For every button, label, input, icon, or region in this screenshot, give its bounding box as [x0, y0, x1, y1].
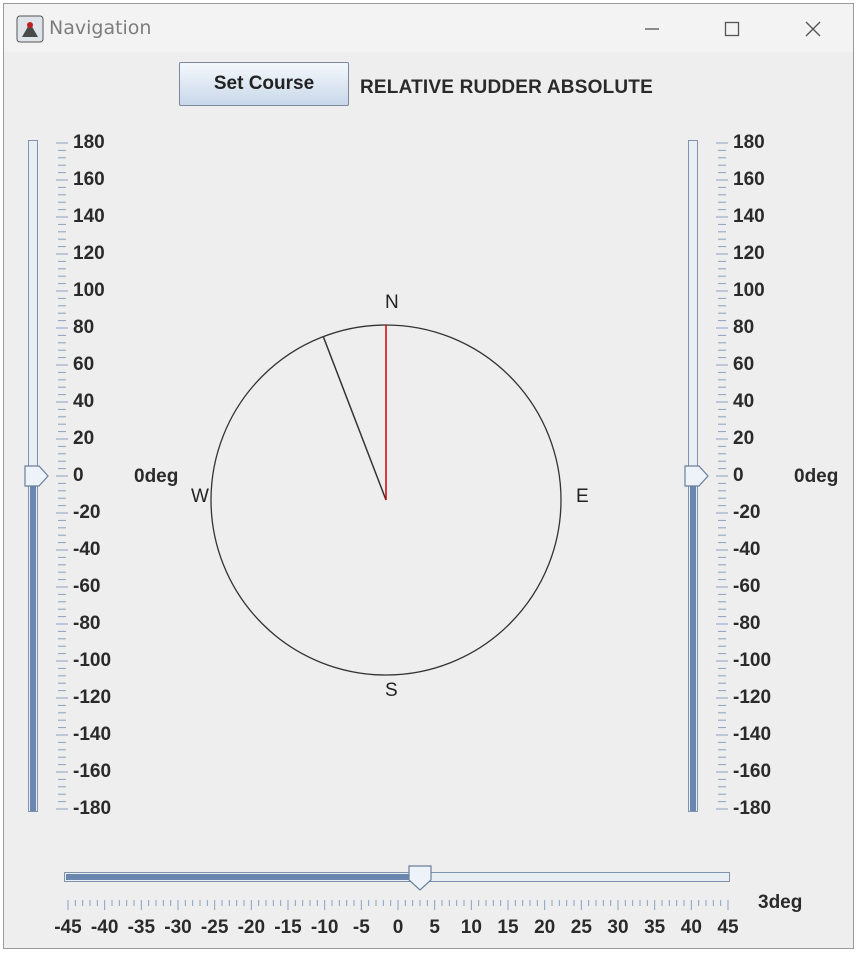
tick-label: -180 — [73, 798, 112, 819]
north-label: N — [385, 292, 399, 313]
tick-label: 40 — [733, 391, 755, 412]
tick-label: 180 — [733, 132, 765, 153]
left-slider-readout: 0deg — [134, 466, 179, 487]
rudder-tick-label: 30 — [607, 917, 629, 938]
mode-label: RELATIVE RUDDER ABSOLUTE — [360, 77, 653, 98]
tick-label: -160 — [73, 761, 112, 782]
tick-label: -100 — [73, 650, 112, 671]
tick-label: -140 — [733, 724, 772, 745]
tick-label: 120 — [73, 243, 105, 264]
tick-label: -180 — [733, 798, 772, 819]
rudder-tick-label: 10 — [460, 917, 482, 938]
tick-label: 80 — [733, 317, 755, 338]
tick-label: -20 — [733, 502, 761, 523]
maximize-icon — [724, 21, 740, 37]
tick-label: 0 — [733, 465, 744, 486]
tick-label: 140 — [73, 206, 105, 227]
tick-label: 180 — [73, 132, 105, 153]
left-heading-slider[interactable]: 180 160 140 120 100 80 60 40 20 0 -20 -40 -60 -80 -100… — [24, 132, 111, 820]
rudder-tick-label: 0 — [392, 917, 404, 938]
tick-label: -20 — [73, 502, 101, 523]
tick-label: -160 — [733, 761, 772, 782]
tick-label: 160 — [733, 169, 765, 190]
rudder-thumb[interactable] — [407, 864, 435, 894]
tick-label: 40 — [73, 391, 95, 412]
tick-label: -80 — [733, 613, 761, 634]
close-button[interactable] — [798, 14, 828, 44]
heading-line — [322, 336, 387, 501]
slider-thumb[interactable] — [23, 464, 51, 492]
rudder-tick-label: 35 — [644, 917, 666, 938]
tick-label: 60 — [733, 354, 755, 375]
tick-label: -100 — [733, 650, 772, 671]
rudder-tick-label: -15 — [274, 917, 302, 938]
rudder-tick-label: 5 — [429, 917, 440, 938]
tick-label: -40 — [73, 539, 101, 560]
tick-label: -60 — [733, 576, 761, 597]
tick-label: 60 — [73, 354, 95, 375]
rudder-tick-label: -30 — [164, 917, 192, 938]
rudder-tick-label: 40 — [680, 917, 702, 938]
compass: N S E W — [191, 284, 589, 704]
rudder-tick-label: -40 — [90, 917, 119, 938]
east-label: E — [576, 486, 589, 507]
set-course-button[interactable]: Set Course — [179, 62, 349, 106]
title-bar[interactable]: Navigation — [4, 4, 853, 52]
slider-thumb[interactable] — [683, 464, 711, 492]
tick-label: 100 — [73, 280, 105, 301]
tick-label: 160 — [73, 169, 105, 190]
rudder-tick-label: 45 — [717, 917, 739, 938]
tick-label: 100 — [733, 280, 765, 301]
rudder-tick-label: 15 — [497, 917, 519, 938]
rudder-tick-label: -25 — [200, 917, 229, 938]
right-slider-readout: 0deg — [794, 466, 839, 487]
rudder-tick-label: -35 — [127, 917, 156, 938]
tick-label: 0 — [73, 465, 84, 486]
rudder-tick-label: -5 — [352, 917, 370, 938]
maximize-button[interactable] — [717, 14, 747, 44]
java-app-icon — [16, 15, 44, 43]
minimize-icon — [645, 28, 659, 30]
minimize-button[interactable] — [637, 14, 667, 44]
tick-label: 120 — [733, 243, 765, 264]
tick-label: 20 — [73, 428, 95, 449]
rudder-slider[interactable]: -45 -40 -35 -30 -25 -20 -15 -10 -5 0 5 10 15 20 25 30 35… — [54, 862, 752, 942]
tick-label: -40 — [733, 539, 761, 560]
window-title: Navigation — [49, 17, 152, 39]
tick-label: 80 — [73, 317, 95, 338]
tick-label: -60 — [73, 576, 101, 597]
west-label: W — [191, 486, 209, 507]
tick-label: -120 — [733, 687, 772, 708]
rudder-readout: 3deg — [758, 892, 803, 913]
tick-label: -140 — [73, 724, 112, 745]
navigation-window: Navigation Set Course RELATIVE RUDDER AB… — [3, 3, 854, 949]
tick-label: 140 — [733, 206, 765, 227]
rudder-tick-label: 25 — [570, 917, 592, 938]
rudder-tick-label: -10 — [310, 917, 339, 938]
tick-label: 20 — [733, 428, 755, 449]
tick-label: -120 — [73, 687, 112, 708]
rudder-tick-label: -45 — [54, 917, 82, 938]
compass-dial — [210, 324, 562, 676]
rudder-tick-label: 20 — [534, 917, 556, 938]
tick-label: -80 — [73, 613, 101, 634]
close-icon — [805, 21, 821, 37]
south-label: S — [385, 680, 398, 701]
right-heading-slider[interactable]: 180 160 140 120 100 80 60 40 20 0 -20 -40 -60 -80 -100… — [684, 132, 771, 820]
rudder-tick-label: -20 — [237, 917, 266, 938]
